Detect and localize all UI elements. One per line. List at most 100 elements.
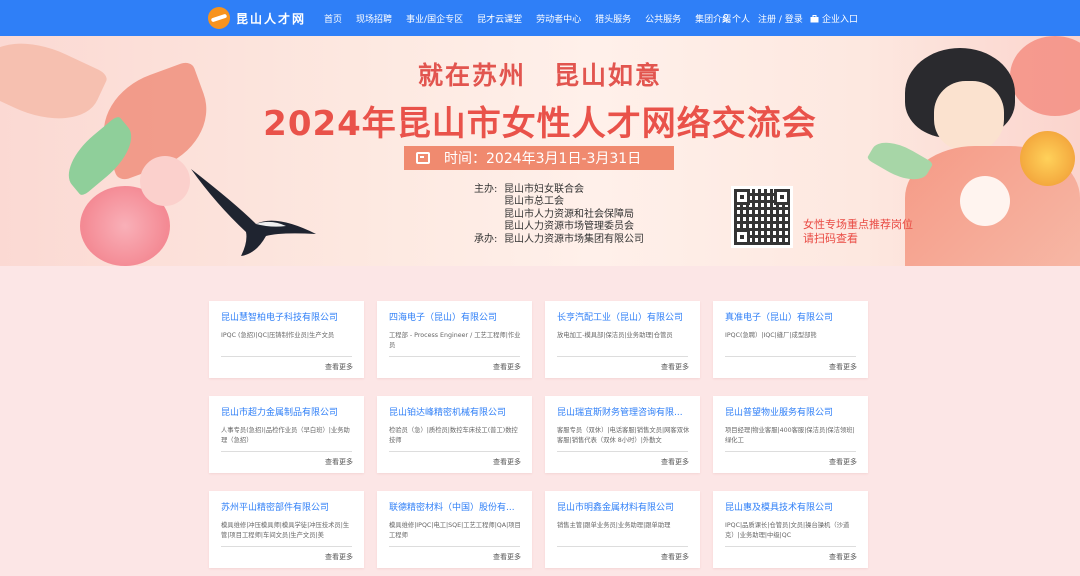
qr-note: 女性专场重点推荐岗位 请扫码查看 (803, 218, 913, 246)
site-logo[interactable]: 昆山人才网 (208, 7, 307, 29)
company-card[interactable]: 昆山瑞宜斯财务管理咨询有限... 客服专员（双休）|电话客服|销售文员|网客双休… (545, 396, 700, 473)
top-nav-bar: 昆山人才网 首页 现场招聘 事业/国企专区 昆才云课堂 劳动者中心 猎头服务 公… (0, 0, 1080, 36)
divider (557, 546, 688, 547)
job-list: 项目经理|物业客服|400客服|保洁员|保洁领班|绿化工 (725, 427, 855, 444)
company-name[interactable]: 真准电子（昆山）有限公司 (725, 310, 861, 323)
organizer-label: 承办: (474, 233, 498, 245)
enterprise-label: 企业入口 (822, 15, 859, 25)
company-card[interactable]: 昆山市明鑫金属材料有限公司 销售主管|跟单业务员|业务助理|跟单助理 查看更多 (545, 491, 700, 568)
company-name[interactable]: 昆山普望物业服务有限公司 (725, 405, 861, 418)
company-card[interactable]: 长亨汽配工业（昆山）有限公司 放电加工-模具部|保洁员|业务助理|仓管员 查看更… (545, 301, 700, 378)
personal-label: 个人 (732, 15, 751, 25)
company-card[interactable]: 昆山惠及模具技术有限公司 IPQC|品质课长|仓管员|文员|操台操机（沙道克）|… (713, 491, 868, 568)
nav-headhunting[interactable]: 猎头服务 (595, 12, 631, 25)
nav-onsite-recruit[interactable]: 现场招聘 (356, 12, 392, 25)
view-more-link[interactable]: 查看更多 (325, 552, 353, 562)
event-banner[interactable]: 就在苏州 昆山如意 2024年昆山市女性人才网络交流会 时间：2024年3月1日-… (0, 36, 1080, 266)
divider (389, 356, 520, 357)
view-more-link[interactable]: 查看更多 (493, 457, 521, 467)
job-list: 人事专员(急招)|品检作业员（早白班）|业务助理（急招） (221, 427, 350, 444)
company-name[interactable]: 昆山慧智柏电子科技有限公司 (221, 310, 357, 323)
host-2: 昆山市总工会 (504, 196, 564, 208)
company-card[interactable]: 苏州平山精密部件有限公司 模具维修|冲压模具师|模具学徒|冲压技术员|生管|项目… (209, 491, 364, 568)
enterprise-entry[interactable]: 企业入口 (810, 12, 858, 25)
job-list: 检验员（急）|质检员|数控车床技工(普工)数控技师 (389, 427, 518, 444)
calendar-icon (416, 152, 430, 164)
company-card[interactable]: 昆山普望物业服务有限公司 项目经理|物业客服|400客服|保洁员|保洁领班|绿化… (713, 396, 868, 473)
banner-headline: 2024年昆山市女性人才网络交流会 (263, 104, 817, 144)
job-list: 销售主管|跟单业务员|业务助理|跟单助理 (557, 522, 671, 529)
view-more-link[interactable]: 查看更多 (325, 362, 353, 372)
host-1: 昆山市妇女联合会 (504, 184, 584, 195)
host-4: 昆山人力资源市场管理委员会 (504, 221, 634, 233)
logo-text: 昆山人才网 (236, 11, 307, 26)
event-time: 时间：2024年3月1日-3月31日 (404, 146, 674, 170)
job-list: 放电加工-模具部|保洁员|业务助理|仓管员 (557, 332, 673, 339)
divider (221, 546, 352, 547)
company-name[interactable]: 苏州平山精密部件有限公司 (221, 500, 357, 513)
company-card[interactable]: 真准电子（昆山）有限公司 IPQC(急聘）|IQC|缝厂|成型部熊 查看更多 (713, 301, 868, 378)
divider (557, 451, 688, 452)
divider (221, 451, 352, 452)
company-name[interactable]: 长亨汽配工业（昆山）有限公司 (557, 310, 693, 323)
briefcase-icon (810, 14, 819, 22)
slogan-right: 昆山如意 (554, 61, 663, 90)
view-more-link[interactable]: 查看更多 (661, 457, 689, 467)
qr-code (731, 186, 793, 248)
login-register-link[interactable]: 注册 / 登录 (758, 12, 803, 25)
job-list: IPQC (急招)|QC|压铸制作业员|生产文员 (221, 332, 335, 339)
qr-note-line2: 请扫码查看 (803, 232, 858, 245)
job-list: 工程部 - Process Engineer / 工艺工程师|作业员 (389, 332, 521, 349)
company-card[interactable]: 联德精密材料（中国）股份有... 模具维修|IPQC|电工|SQE|工艺工程师|… (377, 491, 532, 568)
host-3: 昆山市人力资源和社会保障局 (504, 208, 634, 220)
job-list: 客服专员（双休）|电话客服|销售文员|网客双休客服|销售代表（双休 8小时）|外… (557, 427, 690, 444)
slogan-left: 就在苏州 (417, 61, 526, 90)
view-more-link[interactable]: 查看更多 (829, 362, 857, 372)
view-more-link[interactable]: 查看更多 (661, 362, 689, 372)
user-login-link[interactable]: 个人 注册 / 登录 (722, 12, 803, 25)
view-more-link[interactable]: 查看更多 (829, 457, 857, 467)
banner-slogan: 就在苏州 昆山如意 (0, 56, 1080, 92)
organizers: 主办: 昆山市妇女联合会 昆山市总工会 昆山市人力资源和社会保障局 昆山人力资源市… (474, 184, 644, 246)
company-card[interactable]: 四海电子（昆山）有限公司 工程部 - Process Engineer / 工艺… (377, 301, 532, 378)
divider (725, 451, 856, 452)
divider (725, 546, 856, 547)
job-list: 模具维修|IPQC|电工|SQE|工艺工程师|QA|项目工程师 (389, 522, 521, 539)
nav-cloud-class[interactable]: 昆才云课堂 (477, 12, 522, 25)
nav-public-enterprise[interactable]: 事业/国企专区 (406, 12, 463, 25)
view-more-link[interactable]: 查看更多 (325, 457, 353, 467)
job-list: IPQC(急聘）|IQC|缝厂|成型部熊 (725, 332, 817, 339)
divider (725, 356, 856, 357)
nav-public-service[interactable]: 公共服务 (645, 12, 681, 25)
company-card[interactable]: 昆山市超力金属制品有限公司 人事专员(急招)|品检作业员（早白班）|业务助理（急… (209, 396, 364, 473)
view-more-link[interactable]: 查看更多 (829, 552, 857, 562)
logo-icon (208, 7, 230, 29)
decor-flower (960, 176, 1010, 226)
job-list: 模具维修|冲压模具师|模具学徒|冲压技术员|生管|项目工程师|车间文员|生产文员… (221, 522, 350, 539)
company-name[interactable]: 昆山市明鑫金属材料有限公司 (557, 500, 693, 513)
company-name[interactable]: 昆山市超力金属制品有限公司 (221, 405, 357, 418)
view-more-link[interactable]: 查看更多 (661, 552, 689, 562)
nav-worker-center[interactable]: 劳动者中心 (536, 12, 581, 25)
company-name[interactable]: 四海电子（昆山）有限公司 (389, 310, 525, 323)
company-name[interactable]: 昆山铂达峰精密机械有限公司 (389, 405, 525, 418)
view-more-link[interactable]: 查看更多 (493, 362, 521, 372)
company-name[interactable]: 昆山瑞宜斯财务管理咨询有限... (557, 405, 693, 418)
company-name[interactable]: 昆山惠及模具技术有限公司 (725, 500, 861, 513)
swallow-icon (191, 169, 316, 256)
divider (389, 451, 520, 452)
qr-note-line1: 女性专场重点推荐岗位 (803, 218, 913, 231)
organizer-name: 昆山人力资源市场集团有限公司 (504, 233, 644, 245)
user-icon (722, 14, 730, 23)
event-time-text: 时间：2024年3月1日-3月31日 (444, 151, 642, 167)
view-more-link[interactable]: 查看更多 (493, 552, 521, 562)
company-name[interactable]: 联德精密材料（中国）股份有... (389, 500, 525, 513)
divider (221, 356, 352, 357)
divider (557, 356, 688, 357)
company-card[interactable]: 昆山慧智柏电子科技有限公司 IPQC (急招)|QC|压铸制作业员|生产文员 查… (209, 301, 364, 378)
main-nav: 首页 现场招聘 事业/国企专区 昆才云课堂 劳动者中心 猎头服务 公共服务 集团… (324, 0, 745, 36)
company-card[interactable]: 昆山铂达峰精密机械有限公司 检验员（急）|质检员|数控车床技工(普工)数控技师 … (377, 396, 532, 473)
nav-home[interactable]: 首页 (324, 12, 342, 25)
job-list: IPQC|品质课长|仓管员|文员|操台操机（沙道克）|业务助理|中级|QC (725, 522, 850, 539)
decor-flower (140, 156, 190, 206)
